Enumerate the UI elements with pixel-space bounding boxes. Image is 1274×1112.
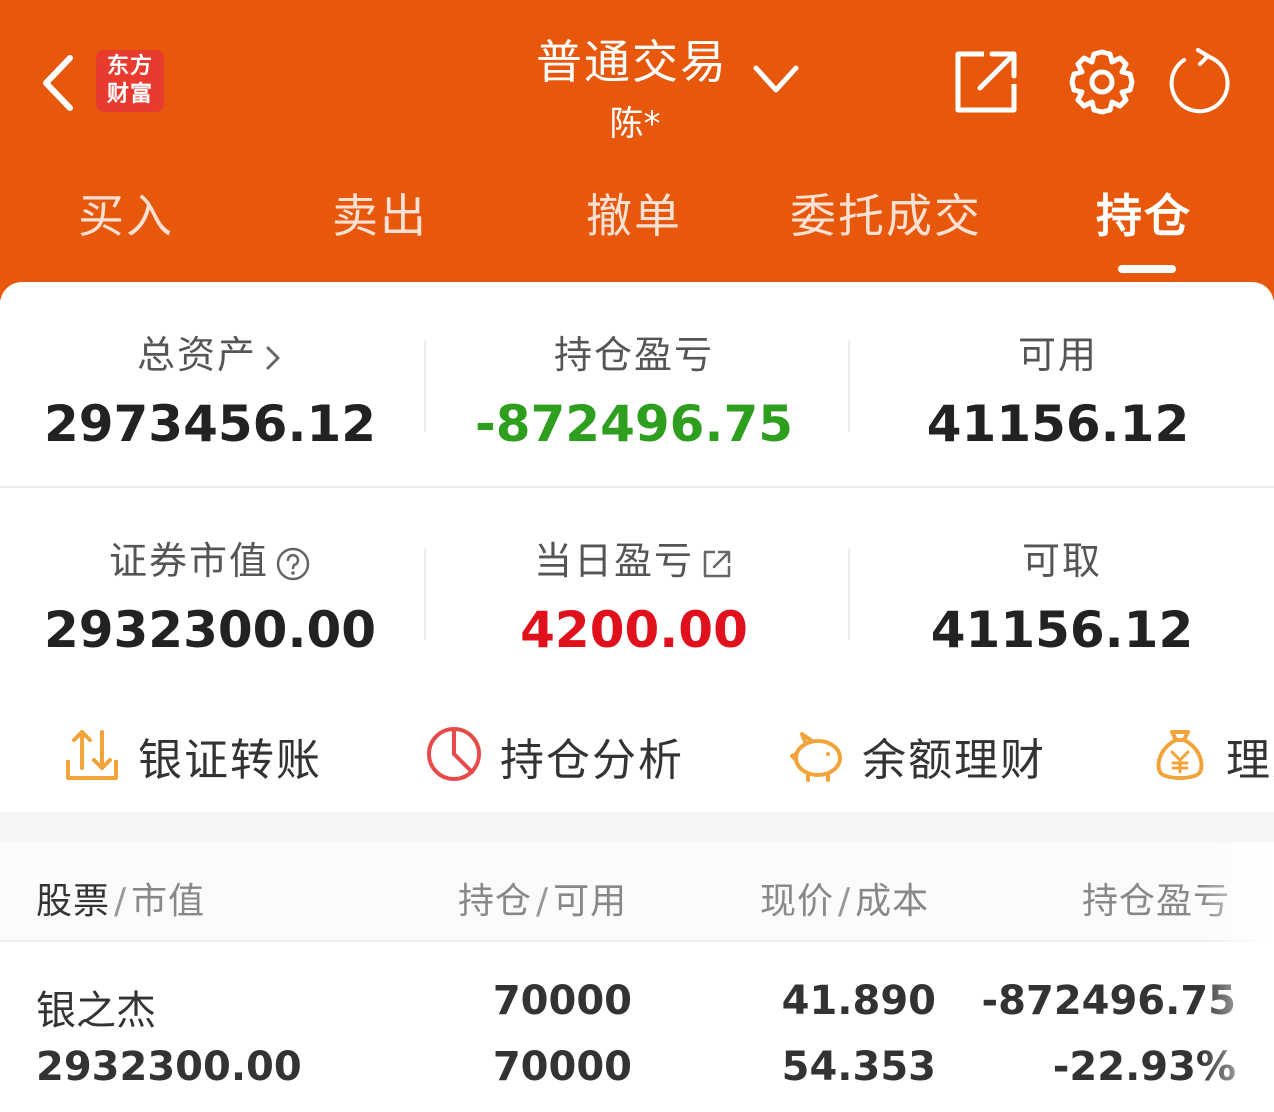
available-funds-stat: 可用 41156.12 [848, 324, 1268, 453]
column-header-position[interactable]: 持仓 / 可用 [458, 872, 627, 924]
column-header-price[interactable]: 现价 / 成本 [760, 872, 929, 924]
total-assets-stat[interactable]: 总资产 2973456.12 [0, 324, 420, 453]
trade-tabs: 买入 卖出 撤单 委托成交 持仓 [0, 180, 1274, 280]
tab-positions[interactable]: 持仓 [1096, 180, 1192, 246]
column-divider [848, 548, 850, 640]
account-summary-card: 总资产 2973456.12 持仓盈亏 -872496.75 可用 41156.… [0, 282, 1274, 1112]
available-funds-value: 41156.12 [926, 395, 1190, 453]
eastmoney-logo: 东方 财富 [96, 50, 164, 112]
stock-available: 70000 [492, 1044, 632, 1090]
help-icon[interactable] [275, 546, 311, 582]
withdrawable-stat: 可取 41156.12 [852, 530, 1272, 659]
share-icon[interactable] [950, 46, 1022, 118]
stock-pnl: -872496.75 [981, 978, 1236, 1024]
stock-position: 70000 [492, 978, 632, 1024]
page-title: 普通交易 [536, 35, 728, 89]
market-value-value: 2932300.00 [43, 601, 377, 659]
daily-pnl-value: 4200.00 [520, 601, 748, 659]
row-divider [0, 486, 1274, 488]
tab-buy[interactable]: 买入 [78, 180, 174, 246]
pie-chart-icon [427, 727, 481, 781]
total-assets-label: 总资产 [0, 324, 420, 379]
quick-actions-row: 银证转账 持仓分析 余额理财 理 [0, 720, 1274, 820]
tab-sell[interactable]: 卖出 [332, 180, 428, 246]
quick-action-label: 理财 [1226, 735, 1274, 786]
available-funds-label: 可用 [1017, 333, 1098, 377]
stock-market-value: 2932300.00 [36, 1044, 302, 1090]
market-value-label: 证券市值 [0, 530, 420, 585]
transfer-icon [66, 730, 118, 780]
positions-table-header: 股票 / 市值 持仓 / 可用 现价 / 成本 持仓盈亏 [0, 842, 1274, 942]
tab-cancel-order[interactable]: 撤单 [586, 180, 682, 246]
position-pnl-label: 持仓盈亏 [553, 333, 714, 377]
position-pnl-value: -872496.75 [474, 395, 794, 453]
daily-pnl-stat[interactable]: 当日盈亏 4200.00 [424, 530, 844, 659]
quick-action-label: 银证转账 [138, 735, 322, 786]
column-header-stock[interactable]: 股票 / 市值 [36, 872, 205, 924]
account-type-selector[interactable]: 普通交易 陈* [500, 26, 800, 146]
piggy-bank-icon [790, 732, 842, 782]
row-divider [0, 940, 1274, 942]
daily-pnl-label: 当日盈亏 [424, 530, 844, 585]
withdrawable-value: 41156.12 [930, 601, 1194, 659]
stock-cost-price: 54.353 [781, 1044, 936, 1090]
refresh-icon[interactable] [1162, 46, 1234, 118]
quick-action-label: 持仓分析 [500, 735, 684, 786]
external-link-icon [703, 550, 731, 577]
position-pnl-stat: 持仓盈亏 -872496.75 [424, 324, 844, 453]
money-bag-icon [1156, 730, 1204, 780]
stock-name: 银之杰 [36, 988, 156, 1034]
header-bar: 东方 财富 普通交易 陈* 买入 卖出 撤单 委托成交 持仓 [0, 0, 1274, 300]
chevron-right-icon [266, 346, 280, 369]
market-value-stat: 证券市值 2932300.00 [0, 530, 420, 659]
account-holder-name: 陈* [609, 104, 661, 144]
withdrawable-label: 可取 [1021, 539, 1102, 583]
section-gap [0, 812, 1274, 842]
back-arrow-icon[interactable] [34, 48, 90, 118]
gear-icon[interactable] [1066, 46, 1138, 118]
logo-line-1: 东方 [106, 54, 153, 79]
quick-action-label: 余额理财 [862, 735, 1046, 786]
logo-line-2: 财富 [106, 82, 153, 107]
active-tab-indicator [1118, 265, 1176, 273]
stock-current-price: 41.890 [781, 978, 936, 1024]
horizontal-scroll-fade [1200, 842, 1274, 1112]
tab-orders-trades[interactable]: 委托成交 [790, 180, 982, 246]
chevron-down-icon [753, 65, 799, 93]
total-assets-value: 2973456.12 [43, 395, 377, 453]
